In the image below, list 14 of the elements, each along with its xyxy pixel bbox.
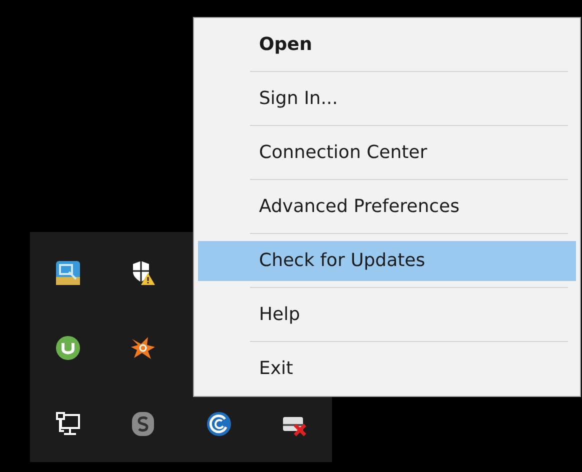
menu-item[interactable]: Advanced Preferences (198, 186, 576, 226)
torrent-icon[interactable] (54, 335, 81, 362)
network-icon[interactable] (54, 411, 81, 438)
shield-warning-icon[interactable] (130, 260, 156, 286)
menu-item[interactable]: Sign In... (198, 78, 576, 118)
swirl-icon[interactable] (206, 411, 232, 438)
splat-icon[interactable] (130, 335, 156, 362)
menu-item[interactable]: Exit (198, 348, 576, 388)
menu-item[interactable]: Connection Center (198, 132, 576, 172)
menu-item[interactable]: Open (198, 24, 576, 64)
chat-app-icon[interactable] (130, 411, 156, 438)
monitor-app-icon[interactable] (54, 260, 81, 286)
menu-item[interactable]: Help (198, 294, 576, 334)
menu-item[interactable]: Check for Updates (198, 240, 576, 280)
